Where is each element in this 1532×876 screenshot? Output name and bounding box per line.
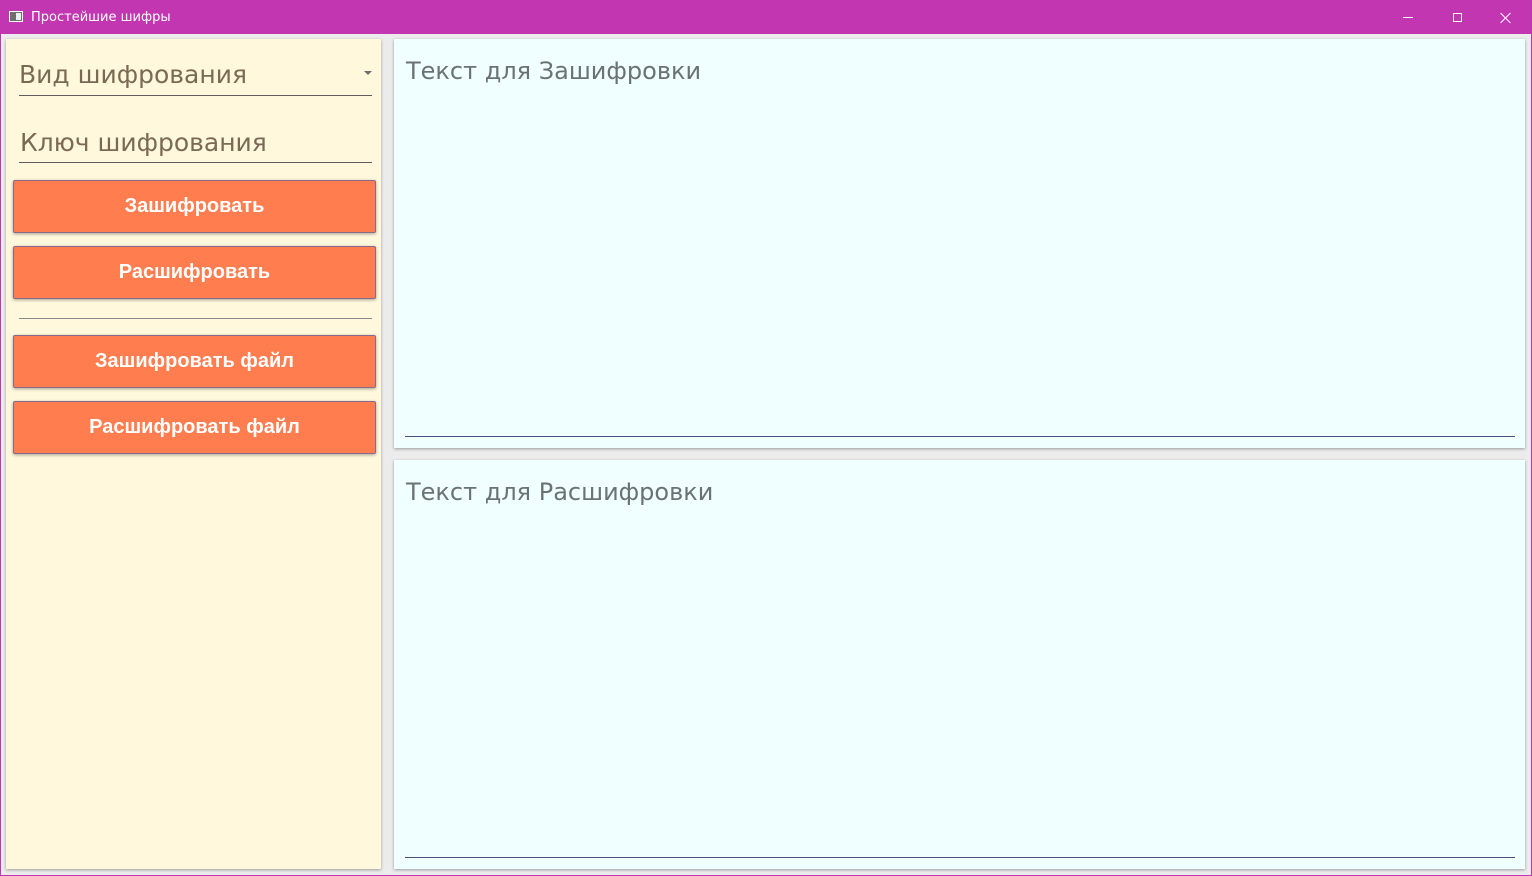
encrypt-button[interactable]: Зашифровать: [13, 180, 376, 233]
minimize-icon: [1403, 17, 1413, 18]
close-button[interactable]: [1483, 1, 1529, 34]
maximize-button[interactable]: [1434, 1, 1480, 34]
ciphertext-input[interactable]: [405, 460, 1515, 858]
cipher-type-placeholder: Вид шифрования: [19, 60, 247, 89]
maximize-icon: [1452, 13, 1462, 22]
app-window: Простейшие шифры Вид шифрования Ключ шиф…: [0, 0, 1532, 876]
plaintext-input[interactable]: [405, 39, 1515, 437]
encrypt-file-button[interactable]: Зашифровать файл: [13, 335, 376, 388]
close-icon: [1500, 12, 1512, 24]
ciphertext-panel: [394, 460, 1525, 869]
decrypt-file-button[interactable]: Расшифровать файл: [13, 401, 376, 454]
app-icon: [9, 11, 23, 22]
cipher-key-input[interactable]: Ключ шифрования: [19, 127, 372, 163]
title-bar[interactable]: Простейшие шифры: [1, 1, 1531, 34]
separator: [19, 318, 372, 319]
dropdown-arrow-icon: [364, 71, 372, 75]
cipher-type-select[interactable]: Вид шифрования: [19, 59, 372, 96]
control-panel: Вид шифрования Ключ шифрования Зашифрова…: [6, 39, 381, 869]
plaintext-panel: [394, 39, 1525, 448]
minimize-button[interactable]: [1385, 1, 1431, 34]
cipher-key-placeholder: Ключ шифрования: [20, 128, 267, 157]
decrypt-button[interactable]: Расшифровать: [13, 246, 376, 299]
window-title: Простейшие шифры: [31, 10, 171, 25]
